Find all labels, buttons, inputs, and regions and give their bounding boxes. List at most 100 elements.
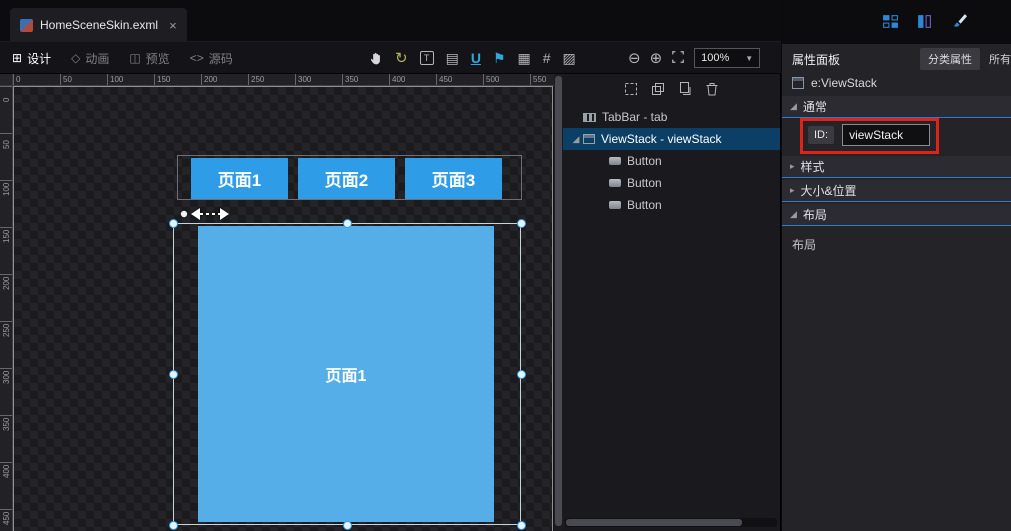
source-mode-icon: <> (189, 51, 204, 65)
toolbar-tools: ↻ T ▤ U ⚑ ▦ # ▨ (368, 42, 576, 74)
chevron-expanded-icon: ◢ (790, 209, 797, 219)
tree-item[interactable]: Button (563, 194, 780, 216)
editor-tab-bar: HomeSceneSkin.exml × (0, 0, 781, 42)
zoom-in-icon[interactable]: ⊕ (650, 51, 663, 66)
selected-component-row: e:ViewStack (792, 76, 877, 90)
scrollbar-thumb[interactable] (566, 519, 742, 526)
layers-icon[interactable] (650, 81, 666, 97)
mode-label: 源码 (208, 51, 233, 66)
delete-icon[interactable] (704, 81, 720, 97)
ruler-label: 300 (2, 370, 11, 384)
marquee-icon[interactable] (623, 81, 639, 97)
selection-handle[interactable] (517, 219, 526, 228)
ruler-label: 350 (2, 417, 11, 431)
properties-header: 属性面板 分类属性 所有 (782, 46, 1011, 70)
ruler-label: 250 (248, 74, 264, 85)
canvas-tab-button[interactable]: 页面1 (191, 158, 288, 199)
layers-brush-icon[interactable]: ▤ (446, 51, 459, 65)
section-size-position[interactable]: ▸ 大小&位置 (782, 180, 1011, 202)
columns-panel-icon[interactable] (913, 10, 935, 32)
id-property-row: ID: (808, 124, 931, 146)
tab-categorized-properties[interactable]: 分类属性 (920, 48, 980, 70)
file-tab-title: HomeSceneSkin.exml (40, 18, 159, 32)
selection-handle[interactable] (517, 521, 526, 530)
zoom-controls: ⊖ ⊕ 100% ▼ (628, 42, 761, 74)
mode-label: 设计 (27, 51, 52, 66)
ruler-tick (0, 321, 12, 322)
zoom-level-value: 100% (701, 52, 730, 64)
ruler-label: 200 (2, 276, 11, 290)
section-general[interactable]: ◢ 通常 (782, 96, 1011, 118)
ruler-label: 250 (2, 323, 11, 337)
fit-screen-icon[interactable] (671, 50, 685, 67)
selection-handle[interactable] (517, 370, 526, 379)
viewstack-page[interactable]: 页面1 (198, 226, 494, 522)
ruler-label: 550 (530, 74, 546, 85)
refresh-icon[interactable]: ↻ (395, 51, 408, 66)
tree-item[interactable]: ◢ ViewStack - viewStack (563, 128, 780, 150)
chevron-collapsed-icon: ▸ (790, 161, 795, 171)
transform-tool-icon[interactable]: T (419, 51, 434, 65)
mode-label: 预览 (145, 51, 170, 66)
section-style[interactable]: ▸ 样式 (782, 156, 1011, 178)
ruler-tick (0, 509, 12, 510)
selection-handle[interactable] (169, 219, 178, 228)
ruler-tick (0, 180, 12, 181)
flag-tool-icon[interactable]: ⚑ (493, 51, 506, 65)
selection-handle[interactable] (343, 521, 352, 530)
ruler-label: 0 (2, 97, 11, 102)
mode-design[interactable]: ⊞ 设计 (12, 50, 51, 67)
tree-item[interactable]: TabBar - tab (563, 106, 780, 128)
viewstack-icon (792, 77, 804, 89)
tab-all-properties[interactable]: 所有 (989, 51, 1011, 67)
grid-tool-icon[interactable]: ▦ (518, 51, 531, 65)
ruler-label: 50 (60, 74, 72, 85)
layout-panel-icon[interactable] (879, 10, 901, 32)
selection-handle[interactable] (169, 370, 178, 379)
grid-edit-icon[interactable]: ▨ (563, 51, 576, 65)
mode-animation[interactable]: ◇ 动画 (71, 50, 109, 67)
mode-source[interactable]: <> 源码 (190, 50, 233, 67)
canvas-vertical-scrollbar[interactable] (554, 74, 563, 531)
canvas-tab-button[interactable]: 页面2 (298, 158, 395, 199)
file-tab[interactable]: HomeSceneSkin.exml × (10, 8, 187, 42)
chevron-collapsed-icon: ▸ (790, 185, 795, 195)
chevron-expanded-icon: ◢ (790, 101, 797, 111)
section-layout[interactable]: ◢ 布局 (782, 204, 1011, 226)
ruler-label: 350 (342, 74, 358, 85)
zoom-level-dropdown[interactable]: 100% ▼ (694, 48, 761, 68)
selection-handle[interactable] (343, 219, 352, 228)
canvas-area: 0 50 100 150 200 250 300 350 400 450 500 550 0 50 100… (0, 74, 554, 531)
tree-item-label: Button (627, 198, 662, 212)
viewstack-page-label: 页面1 (325, 368, 367, 385)
right-panel-toolbar (781, 0, 1011, 44)
section-label: 布局 (802, 208, 827, 222)
u-tool-icon[interactable]: U (471, 51, 481, 65)
tree-expand-arrow[interactable]: ◢ (569, 134, 583, 145)
tree-item[interactable]: Button (563, 172, 780, 194)
duplicate-icon[interactable] (677, 81, 693, 97)
tree-item[interactable]: Button (563, 150, 780, 172)
ruler-tick (0, 368, 12, 369)
design-toolbar: ⊞ 设计 ◇ 动画 ◫ 预览 <> 源码 ↻ T ▤ U ⚑ ▦ # ▨ ⊖ ⊕ 100% ▼ (0, 42, 781, 74)
outline-horizontal-scrollbar[interactable] (565, 518, 777, 527)
viewstack-icon (583, 134, 595, 144)
tab-close-button[interactable]: × (169, 18, 177, 33)
canvas-tab-button[interactable]: 页面3 (405, 158, 502, 199)
chevron-down-icon: ▼ (745, 53, 754, 63)
id-input[interactable] (842, 124, 931, 146)
mode-preview[interactable]: ◫ 预览 (129, 50, 169, 67)
mode-label: 动画 (85, 51, 110, 66)
ruler-label: 150 (2, 229, 11, 243)
ruler-label: 300 (295, 74, 311, 85)
scrollbar-thumb[interactable] (555, 76, 562, 526)
hand-tool-icon[interactable] (368, 51, 383, 66)
outline-tree: TabBar - tab ◢ ViewStack - viewStack Button… (563, 106, 780, 216)
ruler-label: 500 (483, 74, 499, 85)
button-icon (609, 201, 621, 209)
selection-handle[interactable] (169, 521, 178, 530)
zoom-out-icon[interactable]: ⊖ (628, 51, 641, 66)
design-stage[interactable]: 页面1 页面2 页面3 页面1 (13, 86, 553, 531)
brush-icon[interactable] (947, 10, 969, 32)
snap-grid-icon[interactable]: # (543, 51, 551, 65)
